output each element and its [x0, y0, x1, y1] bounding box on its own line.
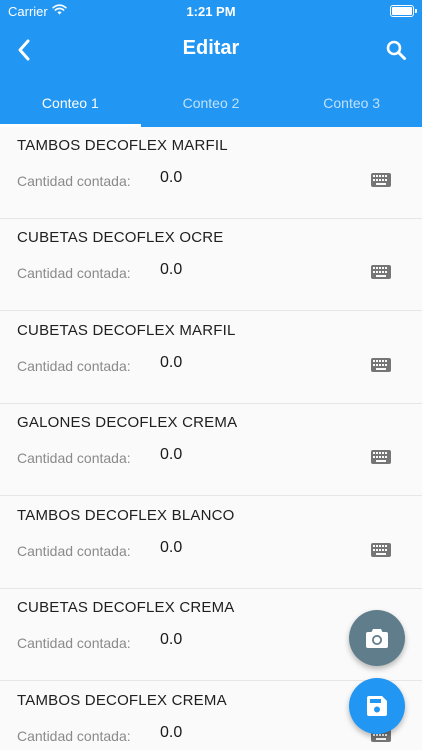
keyboard-button[interactable] — [368, 261, 394, 283]
quantity-value: 0.0 — [160, 446, 183, 463]
keyboard-icon — [371, 358, 391, 372]
toolbar: Editar — [0, 24, 422, 76]
quantity-value: 0.0 — [160, 631, 183, 648]
list-item[interactable]: TAMBOS DECOFLEX MARFIL Cantidad contada:… — [0, 127, 422, 219]
quantity-value: 0.0 — [160, 724, 183, 741]
back-button[interactable] — [8, 34, 40, 66]
quantity-label: Cantidad contada: — [17, 265, 131, 281]
status-bar: Carrier 1:21 PM — [0, 0, 422, 22]
quantity-label: Cantidad contada: — [17, 543, 131, 559]
item-name: CUBETAS DECOFLEX OCRE — [17, 229, 224, 246]
list-item[interactable]: CUBETAS DECOFLEX MARFIL Cantidad contada… — [0, 312, 422, 404]
keyboard-icon — [371, 543, 391, 557]
keyboard-icon — [371, 173, 391, 187]
item-name: CUBETAS DECOFLEX CREMA — [17, 599, 235, 616]
camera-icon — [366, 629, 388, 648]
page-title: Editar — [182, 37, 240, 59]
camera-button[interactable] — [349, 610, 405, 666]
list-item[interactable]: CUBETAS DECOFLEX OCRE Cantidad contada: … — [0, 219, 422, 311]
tab-bar: Conteo 1 Conteo 2 Conteo 3 — [0, 78, 422, 127]
app-bar: Carrier 1:21 PM Editar Conteo 1 Conteo 2… — [0, 0, 422, 127]
item-name: GALONES DECOFLEX CREMA — [17, 414, 238, 431]
keyboard-button[interactable] — [368, 354, 394, 376]
item-name: CUBETAS DECOFLEX MARFIL — [17, 322, 236, 339]
save-button[interactable] — [349, 678, 405, 734]
keyboard-button[interactable] — [368, 169, 394, 191]
tab-conteo-3[interactable]: Conteo 3 — [281, 78, 422, 127]
list-item[interactable]: GALONES DECOFLEX CREMA Cantidad contada:… — [0, 404, 422, 496]
item-name: TAMBOS DECOFLEX CREMA — [17, 692, 227, 709]
tab-conteo-2[interactable]: Conteo 2 — [141, 78, 282, 127]
quantity-label: Cantidad contada: — [17, 450, 131, 466]
keyboard-icon — [371, 265, 391, 279]
quantity-value: 0.0 — [160, 169, 183, 186]
status-time: 1:21 PM — [186, 4, 236, 19]
chevron-left-icon — [18, 39, 30, 61]
quantity-value: 0.0 — [160, 354, 183, 371]
tab-conteo-1[interactable]: Conteo 1 — [0, 78, 141, 127]
search-button[interactable] — [380, 34, 412, 66]
quantity-label: Cantidad contada: — [17, 635, 131, 651]
search-icon — [386, 40, 406, 60]
item-name: TAMBOS DECOFLEX MARFIL — [17, 137, 228, 154]
quantity-value: 0.0 — [160, 261, 183, 278]
item-name: TAMBOS DECOFLEX BLANCO — [17, 507, 235, 524]
quantity-label: Cantidad contada: — [17, 728, 131, 744]
battery-icon — [390, 5, 417, 17]
quantity-label: Cantidad contada: — [17, 358, 131, 374]
keyboard-button[interactable] — [368, 446, 394, 468]
list-item[interactable]: TAMBOS DECOFLEX BLANCO Cantidad contada:… — [0, 497, 422, 589]
quantity-value: 0.0 — [160, 539, 183, 556]
quantity-label: Cantidad contada: — [17, 173, 131, 189]
keyboard-button[interactable] — [368, 539, 394, 561]
save-icon — [367, 696, 387, 716]
keyboard-icon — [371, 450, 391, 464]
